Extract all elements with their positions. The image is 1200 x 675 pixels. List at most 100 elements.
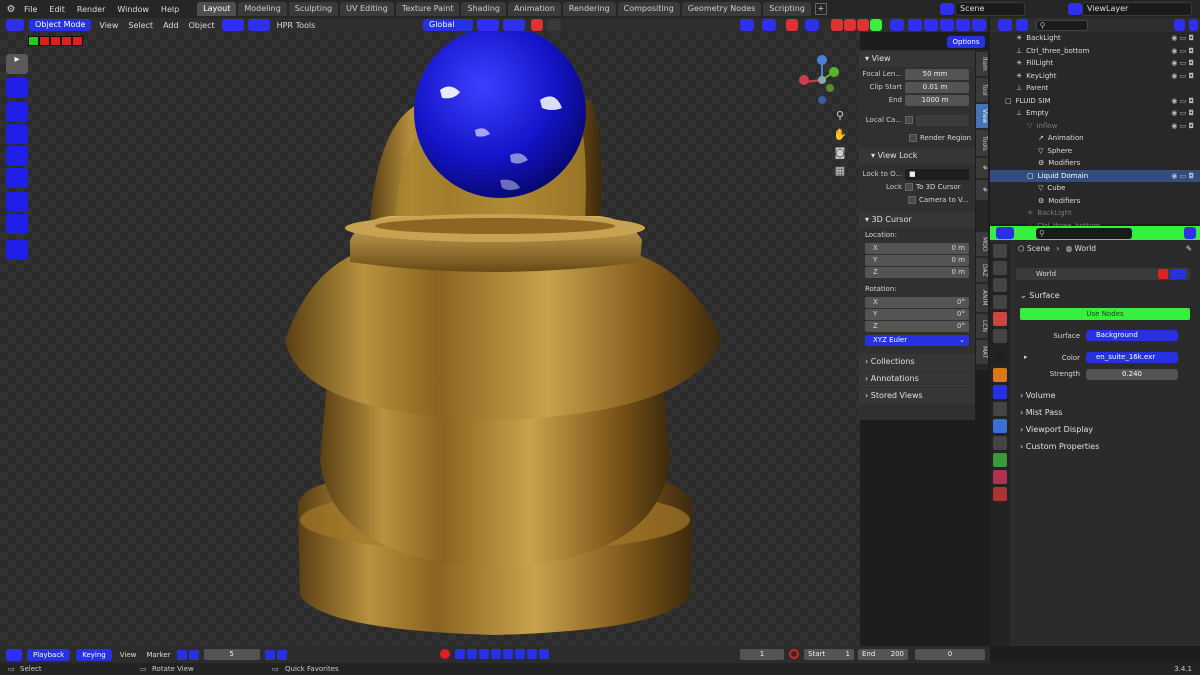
tab-texture-paint[interactable]: Texture Paint	[395, 2, 460, 16]
timeline-marker-menu[interactable]: Marker	[141, 651, 175, 659]
addon-icon[interactable]	[247, 19, 270, 31]
camera-view-icon[interactable]: ◙	[833, 146, 847, 160]
shading-options-icon[interactable]	[890, 19, 904, 31]
lock-to-object-field[interactable]: ■	[905, 168, 969, 180]
pin-icon[interactable]: ✎	[1186, 240, 1192, 258]
menu-window[interactable]: Window	[111, 5, 155, 14]
add-cube-tool[interactable]	[6, 240, 28, 260]
tab-tool[interactable]: Tool	[976, 78, 988, 102]
color-texture-field[interactable]: en_suite_16k.exr	[1086, 352, 1178, 363]
menu-help[interactable]: Help	[155, 5, 185, 14]
visibility-icon[interactable]	[740, 19, 754, 31]
tool-tab-icon[interactable]	[993, 244, 1007, 258]
playback-menu[interactable]: Playback	[27, 648, 71, 661]
overlay-toggle-icon[interactable]	[786, 19, 798, 31]
viewlayer-browse-icon[interactable]	[1068, 3, 1082, 15]
outliner-row[interactable]: ⊥ Empty ◉ ▭ ◘	[990, 107, 1200, 120]
frame-field[interactable]: 0	[915, 649, 985, 660]
jump-start-icon[interactable]	[455, 649, 465, 659]
local-camera-field[interactable]	[916, 114, 969, 126]
object-tab-icon[interactable]	[993, 368, 1007, 382]
frame-next-key-icon[interactable]	[264, 649, 275, 660]
cursor-location-y[interactable]: Y 0 m	[865, 255, 969, 266]
outliner-row[interactable]: ☀ BackLight ◉ ▭ ◘	[990, 32, 1200, 45]
mist-pass-panel-header[interactable]: › Mist Pass	[990, 404, 1062, 421]
move-tool[interactable]	[6, 102, 28, 122]
jump-key-back-icon[interactable]	[467, 649, 477, 659]
camera-to-view-checkbox[interactable]	[908, 196, 916, 204]
surface-shader-field[interactable]: Background	[1086, 330, 1178, 341]
select-box-tool[interactable]: ▸	[6, 54, 28, 74]
material-tab-icon[interactable]	[993, 470, 1007, 484]
tab-tools[interactable]: Tools	[976, 130, 988, 156]
visibility-toggle-icons[interactable]: ◉ ▭ ◘	[1171, 170, 1194, 183]
cursor-rotation-z[interactable]: Z 0°	[865, 321, 969, 332]
fake-user-icon[interactable]	[1158, 269, 1168, 279]
blender-logo-icon[interactable]: ⚙	[4, 4, 18, 15]
toolbar-toggle-icon-3[interactable]	[940, 19, 954, 31]
cursor-rotation-y[interactable]: Y 0°	[865, 309, 969, 320]
zoom-icon[interactable]: ⚲	[833, 109, 847, 123]
play-reverse-icon[interactable]	[479, 649, 489, 659]
tab-animation[interactable]: Animation	[507, 2, 561, 16]
measure-tool[interactable]	[6, 214, 28, 234]
outliner-row[interactable]: ⊥ Ctrl_three_bottom ◉ ▭ ◘	[990, 45, 1200, 58]
visibility-toggle-icons[interactable]: ◉ ▭ ◘	[1171, 95, 1194, 108]
header-menu-add[interactable]: Add	[158, 21, 184, 30]
tab-scripting[interactable]: Scripting	[763, 2, 811, 16]
properties-search-input[interactable]: ⚲	[1036, 227, 1132, 239]
clip-start-field[interactable]: 0.01 m	[905, 81, 969, 93]
outliner-row[interactable]: ☀ FillLight ◉ ▭ ◘	[990, 57, 1200, 70]
menu-file[interactable]: File	[18, 5, 43, 14]
tab-item[interactable]: Item	[976, 52, 988, 76]
tab-daz[interactable]: DAZ	[976, 258, 988, 282]
navigation-gizmo[interactable]	[792, 52, 852, 108]
custom-properties-panel-header[interactable]: › Custom Properties	[990, 438, 1099, 455]
visibility-toggle-icons[interactable]: ◉ ▭ ◘	[1171, 70, 1194, 83]
texture-tab-icon[interactable]	[993, 487, 1007, 501]
strength-field[interactable]: 0.240	[1086, 369, 1178, 380]
cursor-rotation-x[interactable]: X 0°	[865, 297, 969, 308]
toolbar-toggle-icon-4[interactable]	[956, 19, 970, 31]
viewport-display-panel-header[interactable]: › Viewport Display	[990, 421, 1093, 438]
world-selector[interactable]: World	[1016, 268, 1190, 280]
select-mode-icon[interactable]	[221, 19, 244, 31]
header-menu-select[interactable]: Select	[123, 21, 158, 30]
scene-tab-icon[interactable]	[993, 312, 1007, 326]
orientation-dropdown[interactable]: Global	[423, 19, 473, 31]
properties-editor-icon[interactable]	[996, 227, 1014, 239]
visibility-toggle-icons[interactable]: ◉ ▭ ◘	[1171, 107, 1194, 120]
header-menu-view[interactable]: View	[94, 21, 123, 30]
layer-color-swatches[interactable]	[28, 36, 83, 46]
properties-options-icon[interactable]	[1184, 227, 1196, 239]
tab-modeling[interactable]: Modeling	[238, 2, 287, 16]
proportional-edit-icon[interactable]	[531, 19, 543, 31]
outliner-row[interactable]: ▽ Inflow ◉ ▭ ◘	[990, 120, 1200, 133]
timeline-view-menu[interactable]: View	[115, 651, 142, 659]
mode-dropdown[interactable]: Object Mode	[29, 19, 92, 31]
tab-mat[interactable]: MAT	[976, 340, 988, 364]
tab-sculpting[interactable]: Sculpting	[288, 2, 339, 16]
stored-views-section[interactable]: › Stored Views	[859, 388, 975, 404]
timeline-editor-icon[interactable]	[6, 648, 22, 661]
visibility-toggle-icons[interactable]: ◉ ▭ ◘	[1171, 45, 1194, 58]
editor-type-icon[interactable]	[6, 19, 24, 31]
view-section-header[interactable]: ▾ View	[859, 51, 975, 67]
transform-tool[interactable]	[6, 168, 28, 188]
clip-end-field[interactable]: 1000 m	[905, 94, 969, 106]
outliner-row[interactable]: ↗ Animation	[990, 132, 1200, 145]
pan-hand-icon[interactable]: ✋	[833, 128, 847, 142]
frame-offset-field[interactable]: 5	[203, 649, 260, 660]
tab-rendering[interactable]: Rendering	[562, 2, 616, 16]
falloff-icon[interactable]	[547, 19, 561, 31]
frame-prev-key-icon[interactable]	[188, 649, 199, 660]
outliner-row[interactable]: ⚙ Modifiers	[990, 195, 1200, 208]
options-button[interactable]: Options	[947, 36, 985, 48]
outliner-row[interactable]: ☀ BackLight	[990, 207, 1200, 220]
lock-to-cursor-checkbox[interactable]	[905, 183, 913, 191]
toolbar-toggle-icon-1[interactable]	[908, 19, 922, 31]
shading-rendered-icon[interactable]	[870, 19, 882, 31]
gizmo-toggle-icon[interactable]	[762, 19, 776, 31]
toolbar-toggle-icon-2[interactable]	[924, 19, 938, 31]
3d-viewport[interactable]: ▸ ⚲ ✋ ◙ ▦	[0, 32, 860, 646]
